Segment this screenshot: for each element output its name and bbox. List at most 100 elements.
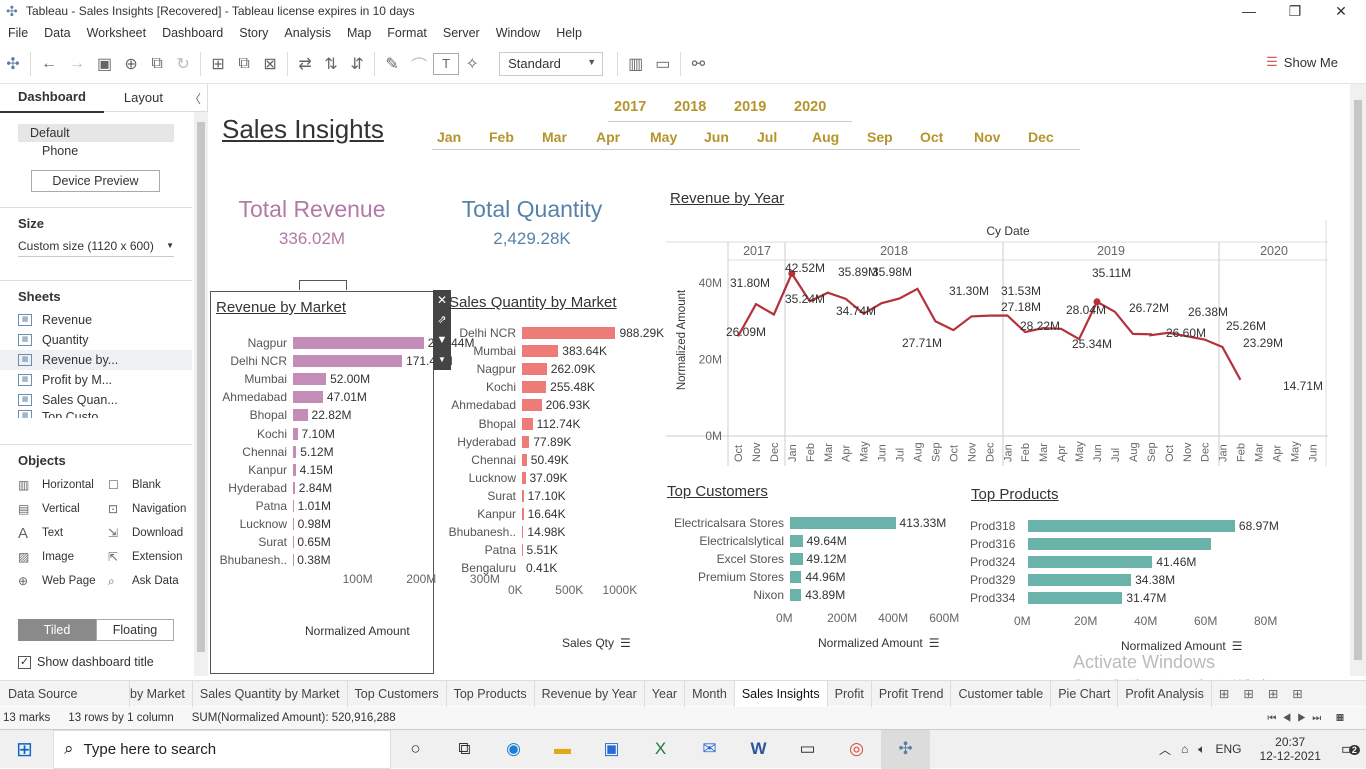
menu-file[interactable]: File — [0, 22, 36, 44]
bar[interactable] — [293, 464, 296, 476]
month-oct[interactable]: Oct — [920, 129, 943, 145]
bar[interactable] — [1028, 574, 1131, 586]
restore-button[interactable]: ❐ — [1272, 0, 1318, 22]
sheet-item-quantity[interactable]: ▦Quantity — [0, 330, 192, 350]
minimize-button[interactable]: — — [1226, 0, 1272, 22]
bar[interactable] — [790, 517, 896, 529]
menu-worksheet[interactable]: Worksheet — [79, 22, 155, 44]
bar[interactable] — [790, 553, 803, 565]
sheet-tab-top-products[interactable]: Top Products — [447, 681, 535, 707]
cortana-icon[interactable]: ○ — [391, 730, 440, 769]
share-icon[interactable]: ⚯ — [685, 44, 711, 84]
mail-icon[interactable]: ✉ — [685, 730, 734, 769]
month-dec[interactable]: Dec — [1028, 129, 1054, 145]
terminal-icon[interactable]: ▭ — [783, 730, 832, 769]
chrome-icon[interactable]: ◎ — [832, 730, 881, 769]
new-data-source-icon[interactable]: ⊕ — [118, 44, 144, 84]
month-jun[interactable]: Jun — [704, 129, 729, 145]
floating-toggle[interactable]: Floating — [96, 619, 174, 641]
menu-server[interactable]: Server — [435, 22, 488, 44]
scrollbar-thumb[interactable] — [197, 122, 205, 652]
bar[interactable] — [1028, 592, 1122, 604]
object-web-page[interactable]: ⊕Web Page — [18, 572, 108, 590]
clear-sheet-icon[interactable]: ⊠ — [257, 44, 283, 84]
windows-start-icon[interactable]: ⊞ — [0, 730, 49, 769]
size-select[interactable]: Custom size (1120 x 600)▼ — [18, 239, 174, 257]
month-may[interactable]: May — [650, 129, 677, 145]
network-icon[interactable]: ⌂ — [1181, 742, 1188, 756]
show-cards-icon[interactable]: ▥ — [622, 44, 649, 84]
bar[interactable] — [790, 589, 801, 601]
year-2020[interactable]: 2020 — [794, 99, 826, 115]
bar[interactable] — [293, 391, 323, 403]
bar[interactable] — [522, 472, 526, 484]
sheet-tab-pie-chart[interactable]: Pie Chart — [1051, 681, 1118, 707]
month-aug[interactable]: Aug — [812, 129, 839, 145]
sort-icon[interactable]: ☰ — [620, 636, 631, 650]
object-horizontal[interactable]: ▥Horizontal — [18, 476, 108, 494]
menu-format[interactable]: Format — [379, 22, 435, 44]
bar[interactable] — [293, 373, 326, 385]
bar[interactable] — [293, 409, 308, 421]
month-jul[interactable]: Jul — [757, 129, 777, 145]
excel-icon[interactable]: X — [636, 730, 685, 769]
show-labels-icon[interactable]: T — [433, 53, 459, 75]
tableau-taskbar-icon[interactable]: ✣ — [881, 730, 930, 769]
sheet-tab-sales-insights[interactable]: Sales Insights — [735, 681, 828, 707]
word-icon[interactable]: W — [734, 730, 783, 769]
tableau-home-icon[interactable]: ✣ — [0, 44, 26, 84]
bar[interactable] — [522, 526, 523, 538]
close-button[interactable]: ✕ — [1318, 0, 1364, 22]
sheet-item-sales-quantity[interactable]: ▦Sales Quan... — [0, 390, 192, 410]
menu-map[interactable]: Map — [339, 22, 379, 44]
object-extension[interactable]: ⇱Extension — [108, 548, 198, 566]
new-sheet-icon[interactable]: ⊞ — [1236, 681, 1260, 707]
year-2018[interactable]: 2018 — [674, 99, 706, 115]
bar[interactable] — [522, 327, 615, 339]
clock[interactable]: 20:37 12-12-2021 — [1259, 735, 1320, 763]
object-text[interactable]: AText — [18, 524, 108, 542]
bar[interactable] — [293, 337, 424, 349]
redo-icon[interactable]: → — [63, 44, 91, 84]
sheet-tab-year[interactable]: Year — [645, 681, 685, 707]
sheet-navigation-icon[interactable]: ⏮◀▶⏭ ▦ — [1267, 713, 1350, 724]
month-jan[interactable]: Jan — [437, 129, 461, 145]
save-icon[interactable]: ▣ — [91, 44, 118, 84]
object-vertical[interactable]: ▤Vertical — [18, 500, 108, 518]
bar[interactable] — [1028, 520, 1235, 532]
sheet-tab-profit-analysis[interactable]: Profit Analysis — [1118, 681, 1212, 707]
menu-help[interactable]: Help — [548, 22, 590, 44]
object-image[interactable]: ▨Image — [18, 548, 108, 566]
year-2019[interactable]: 2019 — [734, 99, 766, 115]
volume-icon[interactable]: 🔈︎ — [1198, 742, 1205, 757]
month-mar[interactable]: Mar — [542, 129, 567, 145]
tray-chevron-icon[interactable]: ︿ — [1159, 741, 1171, 758]
notifications-icon[interactable]: ▭2 — [1341, 739, 1356, 759]
view-size-select[interactable]: Standard▼ — [499, 52, 603, 76]
menu-window[interactable]: Window — [488, 22, 548, 44]
year-2017[interactable]: 2017 — [614, 99, 646, 115]
store-icon[interactable]: ▣ — [587, 730, 636, 769]
bar[interactable] — [522, 454, 527, 466]
sort-icon[interactable]: ☰ — [1232, 639, 1243, 653]
bar[interactable] — [293, 446, 296, 458]
group-icon[interactable]: ⌒ — [405, 44, 433, 84]
new-data-source-tab-icon[interactable]: ⊞ — [1212, 681, 1236, 707]
bar[interactable] — [1028, 556, 1152, 568]
tiled-toggle[interactable]: Tiled — [18, 619, 96, 641]
dashboard-scrollbar[interactable] — [1350, 84, 1366, 676]
bar[interactable] — [522, 490, 524, 502]
undo-icon[interactable]: ← — [35, 44, 63, 84]
sheet-tab-sales-quantity-by-market[interactable]: Sales Quantity by Market — [193, 681, 348, 707]
sheet-item-top-customers[interactable]: ▦Top Custo... — [0, 410, 192, 418]
bar[interactable] — [790, 571, 801, 583]
sheet-tab-data-source[interactable]: Data Source — [0, 681, 130, 707]
menu-dashboard[interactable]: Dashboard — [154, 22, 231, 44]
sheet-item-revenue-by-market[interactable]: ▦Revenue by... — [0, 350, 192, 370]
revenue-by-market-zone[interactable]: Revenue by Market Nagpur205.44MDelhi NCR… — [210, 291, 434, 674]
object-navigation[interactable]: ⊡Navigation — [108, 500, 198, 518]
pane-scrollbar[interactable] — [194, 112, 208, 676]
sheet-item-revenue[interactable]: ▦Revenue — [0, 310, 192, 330]
new-dashboard-icon[interactable]: ⊞ — [1261, 681, 1285, 707]
bar[interactable] — [293, 428, 298, 440]
